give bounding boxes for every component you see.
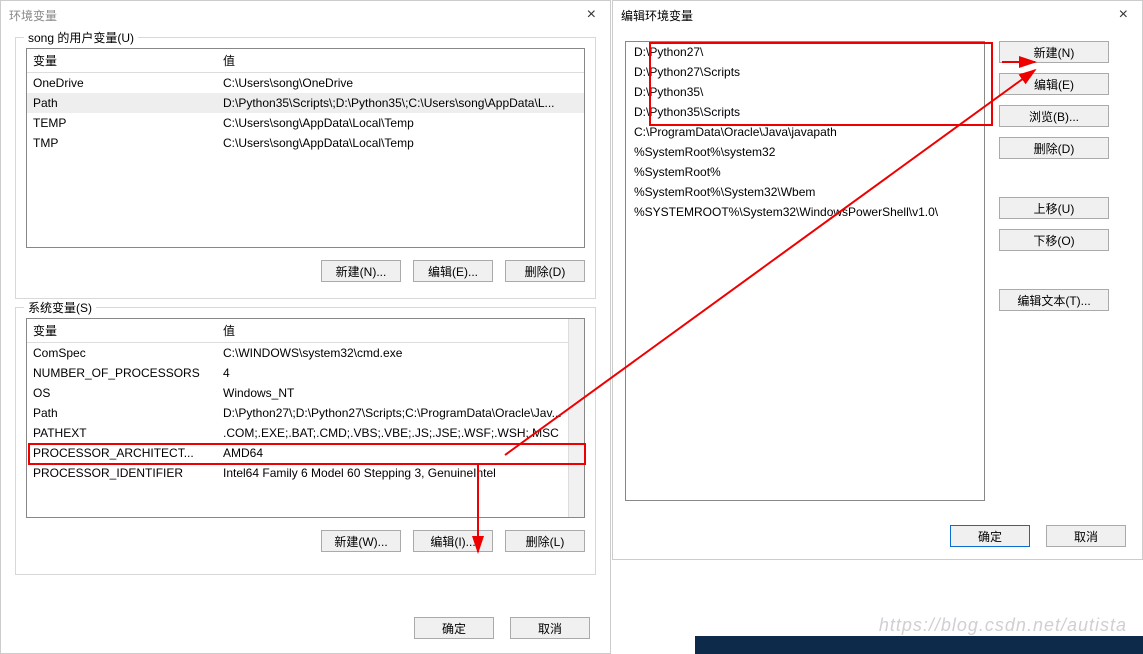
list-item[interactable]: %SystemRoot% bbox=[626, 162, 984, 182]
browse-button[interactable]: 浏览(B)... bbox=[999, 105, 1109, 127]
sys-vars-label: 系统变量(S) bbox=[24, 299, 96, 316]
ok-button[interactable]: 确定 bbox=[414, 617, 494, 639]
cell-value: Windows_NT bbox=[217, 383, 584, 403]
col-value: 值 bbox=[217, 319, 584, 342]
sys-buttons: 新建(W)... 编辑(I)... 删除(L) bbox=[26, 530, 585, 552]
background-strip bbox=[695, 636, 1143, 654]
cell-name: PATHEXT bbox=[27, 423, 217, 443]
cell-name: TEMP bbox=[27, 113, 217, 133]
dialog-title: 编辑环境变量 bbox=[621, 7, 1113, 24]
watermark: https://blog.csdn.net/autista bbox=[879, 615, 1127, 636]
col-name: 变量 bbox=[27, 319, 217, 342]
cell-value: Intel64 Family 6 Model 60 Stepping 3, Ge… bbox=[217, 463, 584, 483]
user-vars-label: song 的用户变量(U) bbox=[24, 29, 138, 46]
table-row[interactable]: PathD:\Python35\Scripts\;D:\Python35\;C:… bbox=[27, 93, 584, 113]
user-vars-table[interactable]: 变量 值 OneDriveC:\Users\song\OneDrivePathD… bbox=[26, 48, 585, 248]
user-delete-button[interactable]: 删除(D) bbox=[505, 260, 585, 282]
edittext-button[interactable]: 编辑文本(T)... bbox=[999, 289, 1109, 311]
cell-value: D:\Python35\Scripts\;D:\Python35\;C:\Use… bbox=[217, 93, 584, 113]
close-icon[interactable]: × bbox=[581, 6, 602, 24]
cell-name: OneDrive bbox=[27, 73, 217, 93]
sys-vars-group: 系统变量(S) 变量 值 ComSpecC:\WINDOWS\system32\… bbox=[15, 307, 596, 575]
side-buttons: 新建(N) 编辑(E) 浏览(B)... 删除(D) 上移(U) 下移(O) 编… bbox=[999, 41, 1109, 501]
cell-name: TMP bbox=[27, 133, 217, 153]
cell-value: D:\Python27\;D:\Python27\Scripts;C:\Prog… bbox=[217, 403, 584, 423]
cell-value: C:\Users\song\AppData\Local\Temp bbox=[217, 113, 584, 133]
list-item[interactable]: %SystemRoot%\System32\Wbem bbox=[626, 182, 984, 202]
user-edit-button[interactable]: 编辑(E)... bbox=[413, 260, 493, 282]
sys-vars-table[interactable]: 变量 值 ComSpecC:\WINDOWS\system32\cmd.exeN… bbox=[26, 318, 585, 518]
edit-button[interactable]: 编辑(E) bbox=[999, 73, 1109, 95]
sys-new-button[interactable]: 新建(W)... bbox=[321, 530, 401, 552]
list-item[interactable]: %SYSTEMROOT%\System32\WindowsPowerShell\… bbox=[626, 202, 984, 222]
env-vars-dialog: 环境变量 × song 的用户变量(U) 变量 值 OneDriveC:\Use… bbox=[0, 0, 611, 654]
table-row[interactable]: PathD:\Python27\;D:\Python27\Scripts;C:\… bbox=[27, 403, 584, 423]
cell-value: AMD64 bbox=[217, 443, 584, 463]
table-row[interactable]: PROCESSOR_IDENTIFIERIntel64 Family 6 Mod… bbox=[27, 463, 584, 483]
dialog-footer: 确定 取消 bbox=[414, 617, 590, 639]
cancel-button[interactable]: 取消 bbox=[1046, 525, 1126, 547]
ok-button[interactable]: 确定 bbox=[950, 525, 1030, 547]
table-row[interactable]: PROCESSOR_ARCHITECT...AMD64 bbox=[27, 443, 584, 463]
list-item[interactable]: %SystemRoot%\system32 bbox=[626, 142, 984, 162]
delete-button[interactable]: 删除(D) bbox=[999, 137, 1109, 159]
cell-name: PROCESSOR_ARCHITECT... bbox=[27, 443, 217, 463]
cell-name: Path bbox=[27, 403, 217, 423]
cell-value: 4 bbox=[217, 363, 584, 383]
sys-delete-button[interactable]: 删除(L) bbox=[505, 530, 585, 552]
cell-value: .COM;.EXE;.BAT;.CMD;.VBS;.VBE;.JS;.JSE;.… bbox=[217, 423, 584, 443]
dialog-title: 环境变量 bbox=[9, 7, 581, 24]
cell-name: PROCESSOR_IDENTIFIER bbox=[27, 463, 217, 483]
table-header: 变量 值 bbox=[27, 319, 584, 343]
table-row[interactable]: ComSpecC:\WINDOWS\system32\cmd.exe bbox=[27, 343, 584, 363]
list-item[interactable]: D:\Python35\ bbox=[626, 82, 984, 102]
cell-name: Path bbox=[27, 93, 217, 113]
user-new-button[interactable]: 新建(N)... bbox=[321, 260, 401, 282]
col-name: 变量 bbox=[27, 49, 217, 72]
list-item[interactable]: D:\Python27\ bbox=[626, 42, 984, 62]
list-item[interactable]: D:\Python35\Scripts bbox=[626, 102, 984, 122]
cell-value: C:\Users\song\OneDrive bbox=[217, 73, 584, 93]
table-row[interactable]: PATHEXT.COM;.EXE;.BAT;.CMD;.VBS;.VBE;.JS… bbox=[27, 423, 584, 443]
list-item[interactable]: C:\ProgramData\Oracle\Java\javapath bbox=[626, 122, 984, 142]
movedown-button[interactable]: 下移(O) bbox=[999, 229, 1109, 251]
col-value: 值 bbox=[217, 49, 584, 72]
cell-name: NUMBER_OF_PROCESSORS bbox=[27, 363, 217, 383]
table-row[interactable]: OSWindows_NT bbox=[27, 383, 584, 403]
dialog-body: D:\Python27\D:\Python27\ScriptsD:\Python… bbox=[613, 29, 1142, 513]
titlebar: 编辑环境变量 × bbox=[613, 1, 1142, 29]
edit-env-var-dialog: 编辑环境变量 × D:\Python27\D:\Python27\Scripts… bbox=[612, 0, 1143, 560]
sys-edit-button[interactable]: 编辑(I)... bbox=[413, 530, 493, 552]
user-buttons: 新建(N)... 编辑(E)... 删除(D) bbox=[26, 260, 585, 282]
user-vars-group: song 的用户变量(U) 变量 值 OneDriveC:\Users\song… bbox=[15, 37, 596, 299]
path-list[interactable]: D:\Python27\D:\Python27\ScriptsD:\Python… bbox=[625, 41, 985, 501]
cell-name: ComSpec bbox=[27, 343, 217, 363]
list-item[interactable]: D:\Python27\Scripts bbox=[626, 62, 984, 82]
new-button[interactable]: 新建(N) bbox=[999, 41, 1109, 63]
cell-value: C:\Users\song\AppData\Local\Temp bbox=[217, 133, 584, 153]
cell-name: OS bbox=[27, 383, 217, 403]
scrollbar[interactable] bbox=[568, 319, 584, 517]
cell-value: C:\WINDOWS\system32\cmd.exe bbox=[217, 343, 584, 363]
dialog-footer: 确定 取消 bbox=[950, 525, 1126, 547]
close-icon[interactable]: × bbox=[1113, 6, 1134, 24]
cancel-button[interactable]: 取消 bbox=[510, 617, 590, 639]
table-header: 变量 值 bbox=[27, 49, 584, 73]
titlebar: 环境变量 × bbox=[1, 1, 610, 29]
table-row[interactable]: TEMPC:\Users\song\AppData\Local\Temp bbox=[27, 113, 584, 133]
table-row[interactable]: OneDriveC:\Users\song\OneDrive bbox=[27, 73, 584, 93]
moveup-button[interactable]: 上移(U) bbox=[999, 197, 1109, 219]
table-row[interactable]: TMPC:\Users\song\AppData\Local\Temp bbox=[27, 133, 584, 153]
table-row[interactable]: NUMBER_OF_PROCESSORS4 bbox=[27, 363, 584, 383]
